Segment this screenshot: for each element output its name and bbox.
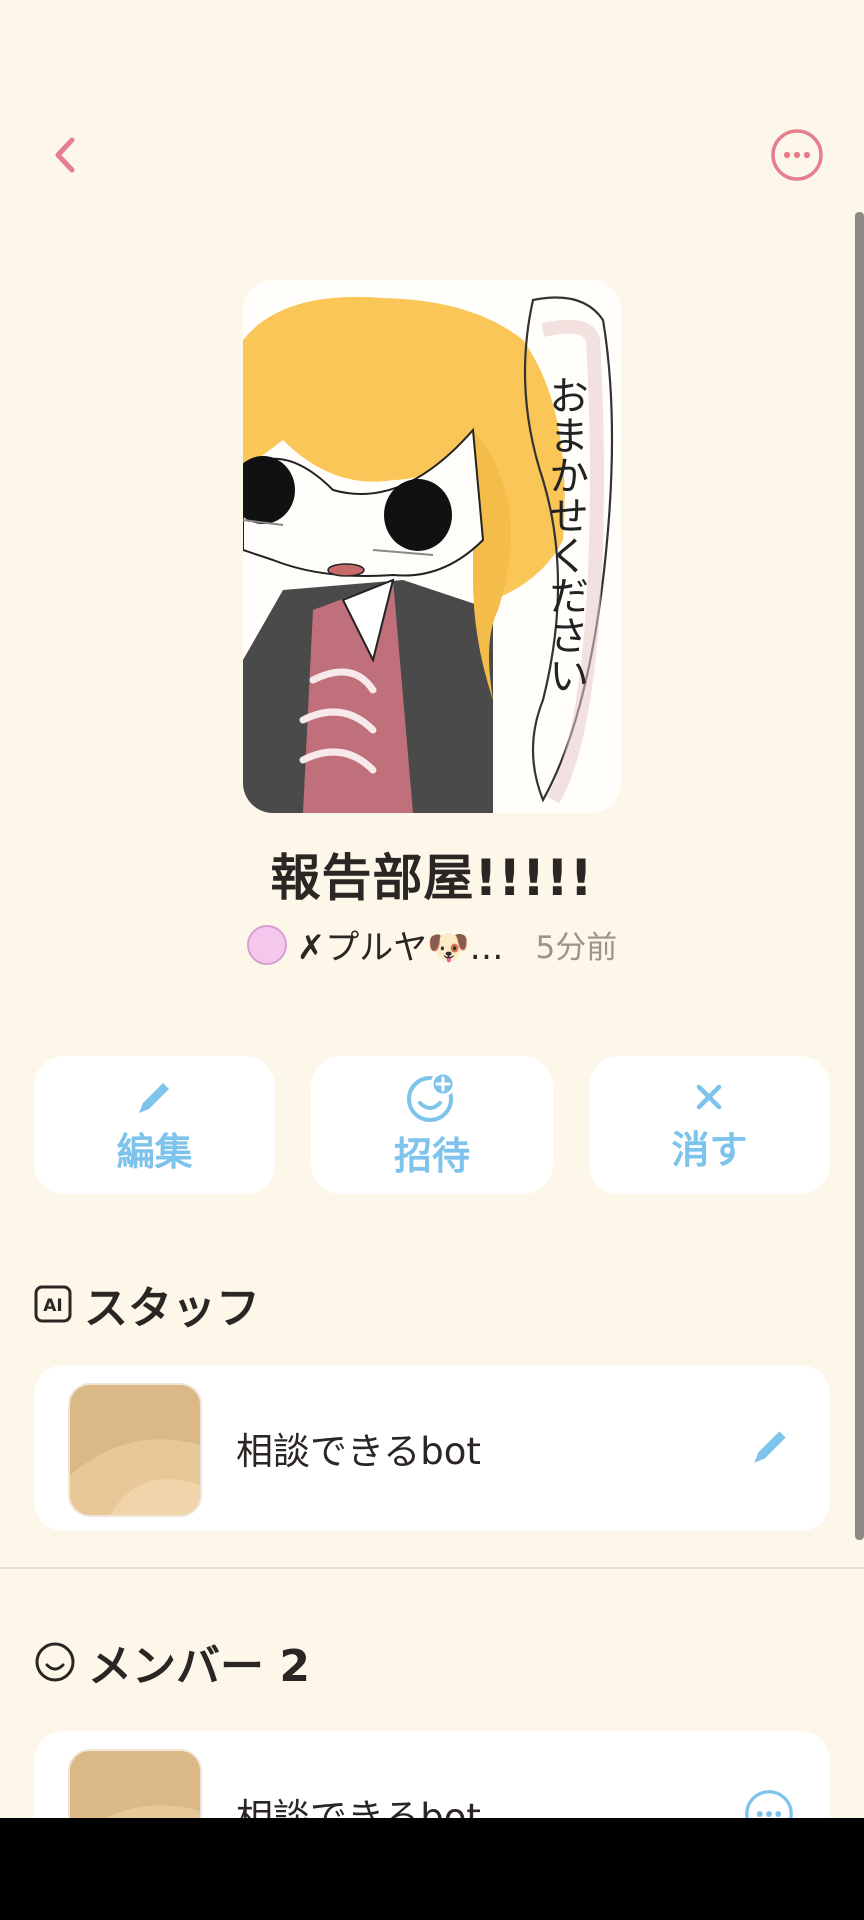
ai-badge-text: AI xyxy=(43,1296,62,1316)
member-name: 相談できるbot xyxy=(236,1796,481,1818)
member-card[interactable]: 相談できるbot xyxy=(34,1731,830,1818)
staff-section-heading: AI スタッフ xyxy=(34,1272,260,1336)
chevron-left-icon xyxy=(55,137,75,173)
members-section-heading: メンバー 2 xyxy=(34,1630,310,1694)
invite-label: 招待 xyxy=(393,1133,470,1178)
ai-badge-icon: AI xyxy=(34,1285,72,1323)
more-circle-icon xyxy=(771,129,823,181)
back-button[interactable] xyxy=(42,130,92,180)
staff-heading-text: スタッフ xyxy=(84,1283,260,1334)
delete-label: 消す xyxy=(671,1127,748,1172)
edit-label: 編集 xyxy=(116,1129,193,1174)
pencil-icon xyxy=(754,1431,786,1463)
top-nav xyxy=(0,110,864,200)
updated-time: 5分前 xyxy=(535,930,618,966)
cover-text: おまかせください xyxy=(542,375,588,695)
edit-bot-button[interactable] xyxy=(748,1423,794,1473)
bot-avatar xyxy=(68,1383,202,1517)
room-cover-image[interactable]: おまかせください xyxy=(243,280,621,813)
invite-button[interactable]: 招待 xyxy=(311,1056,553,1194)
more-circle-icon xyxy=(745,1790,793,1818)
pencil-icon xyxy=(138,1082,169,1113)
room-detail-screen: おまかせください 報告部屋!!!!! ✗プルヤ🐶… 5分前 編集 招待 消す A… xyxy=(0,0,864,1818)
bot-name: 相談できるbot xyxy=(236,1430,481,1473)
more-button[interactable] xyxy=(770,128,824,182)
cover-illustration: おまかせください xyxy=(243,280,621,813)
member-avatar xyxy=(68,1749,202,1818)
section-divider xyxy=(0,1567,864,1569)
action-bar: 編集 招待 消す xyxy=(34,1056,830,1194)
edit-button[interactable]: 編集 xyxy=(34,1056,276,1194)
member-more-button[interactable] xyxy=(744,1789,794,1818)
system-navigation-bar xyxy=(0,1818,864,1920)
smile-icon xyxy=(35,1642,75,1682)
owner-name[interactable]: ✗プルヤ🐶… xyxy=(297,920,504,969)
room-title: 報告部屋!!!!! xyxy=(270,849,594,907)
members-heading-text: メンバー 2 xyxy=(88,1641,310,1692)
close-icon xyxy=(697,1084,722,1109)
room-meta: ✗プルヤ🐶… 5分前 xyxy=(0,920,864,969)
add-user-icon xyxy=(406,1071,456,1122)
owner-avatar[interactable] xyxy=(246,924,287,965)
delete-button[interactable]: 消す xyxy=(588,1056,830,1194)
staff-card[interactable]: 相談できるbot xyxy=(34,1365,830,1531)
